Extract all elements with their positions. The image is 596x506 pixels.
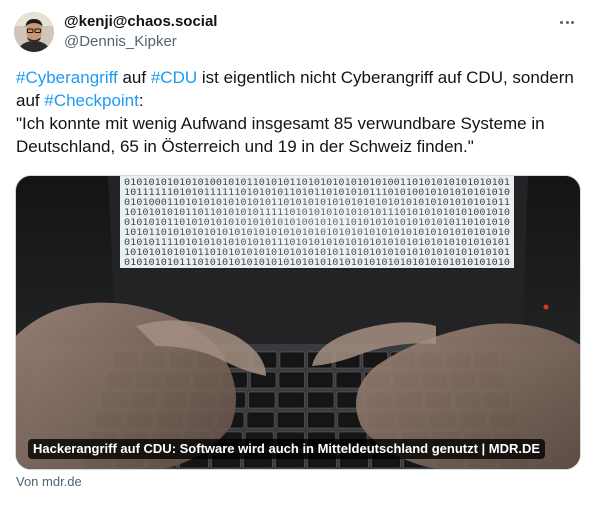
power-led (543, 304, 549, 310)
more-horizontal-icon (560, 20, 563, 24)
author-avatar[interactable] (14, 12, 54, 52)
hashtag-checkpoint[interactable]: #Checkpoint (44, 91, 139, 110)
hashtag-cyberangriff[interactable]: #Cyberangriff (16, 68, 118, 87)
link-card[interactable]: 0101010101010100101011010101101010101010… (15, 175, 581, 470)
keyboard-key (246, 411, 275, 429)
more-horizontal-icon-dot (571, 20, 574, 24)
card-caption: Hackerangriff auf CDU: Software wird auc… (28, 439, 546, 459)
keyboard-key (335, 371, 363, 389)
more-horizontal-icon-dot (565, 20, 569, 24)
keyboard-key (307, 371, 334, 389)
tweet-text-segment: auf (117, 68, 151, 87)
tweet-text: #Cyberangriff auf #CDU ist eigentlich ni… (16, 66, 582, 158)
card-image: 0101010101010100101011010101101010101010… (16, 176, 580, 469)
keyboard-key (248, 391, 276, 409)
keyboard-key (307, 391, 335, 409)
keyboard-key (276, 411, 306, 429)
keyboard-key (307, 411, 336, 429)
tweet: @kenji@chaos.social @Dennis_Kipker #Cybe… (0, 0, 596, 506)
person-avatar-icon (14, 12, 54, 52)
keyboard-key (278, 371, 305, 389)
hashtag-cdu[interactable]: #CDU (151, 68, 197, 87)
keyboard-key (279, 351, 305, 369)
more-options-button[interactable] (556, 12, 578, 32)
author-display-name[interactable]: @kenji@chaos.social (64, 13, 217, 31)
author-handle[interactable]: @Dennis_Kipker (64, 33, 177, 51)
card-source[interactable]: Von mdr.de (16, 474, 82, 490)
keyboard-key (277, 391, 306, 409)
